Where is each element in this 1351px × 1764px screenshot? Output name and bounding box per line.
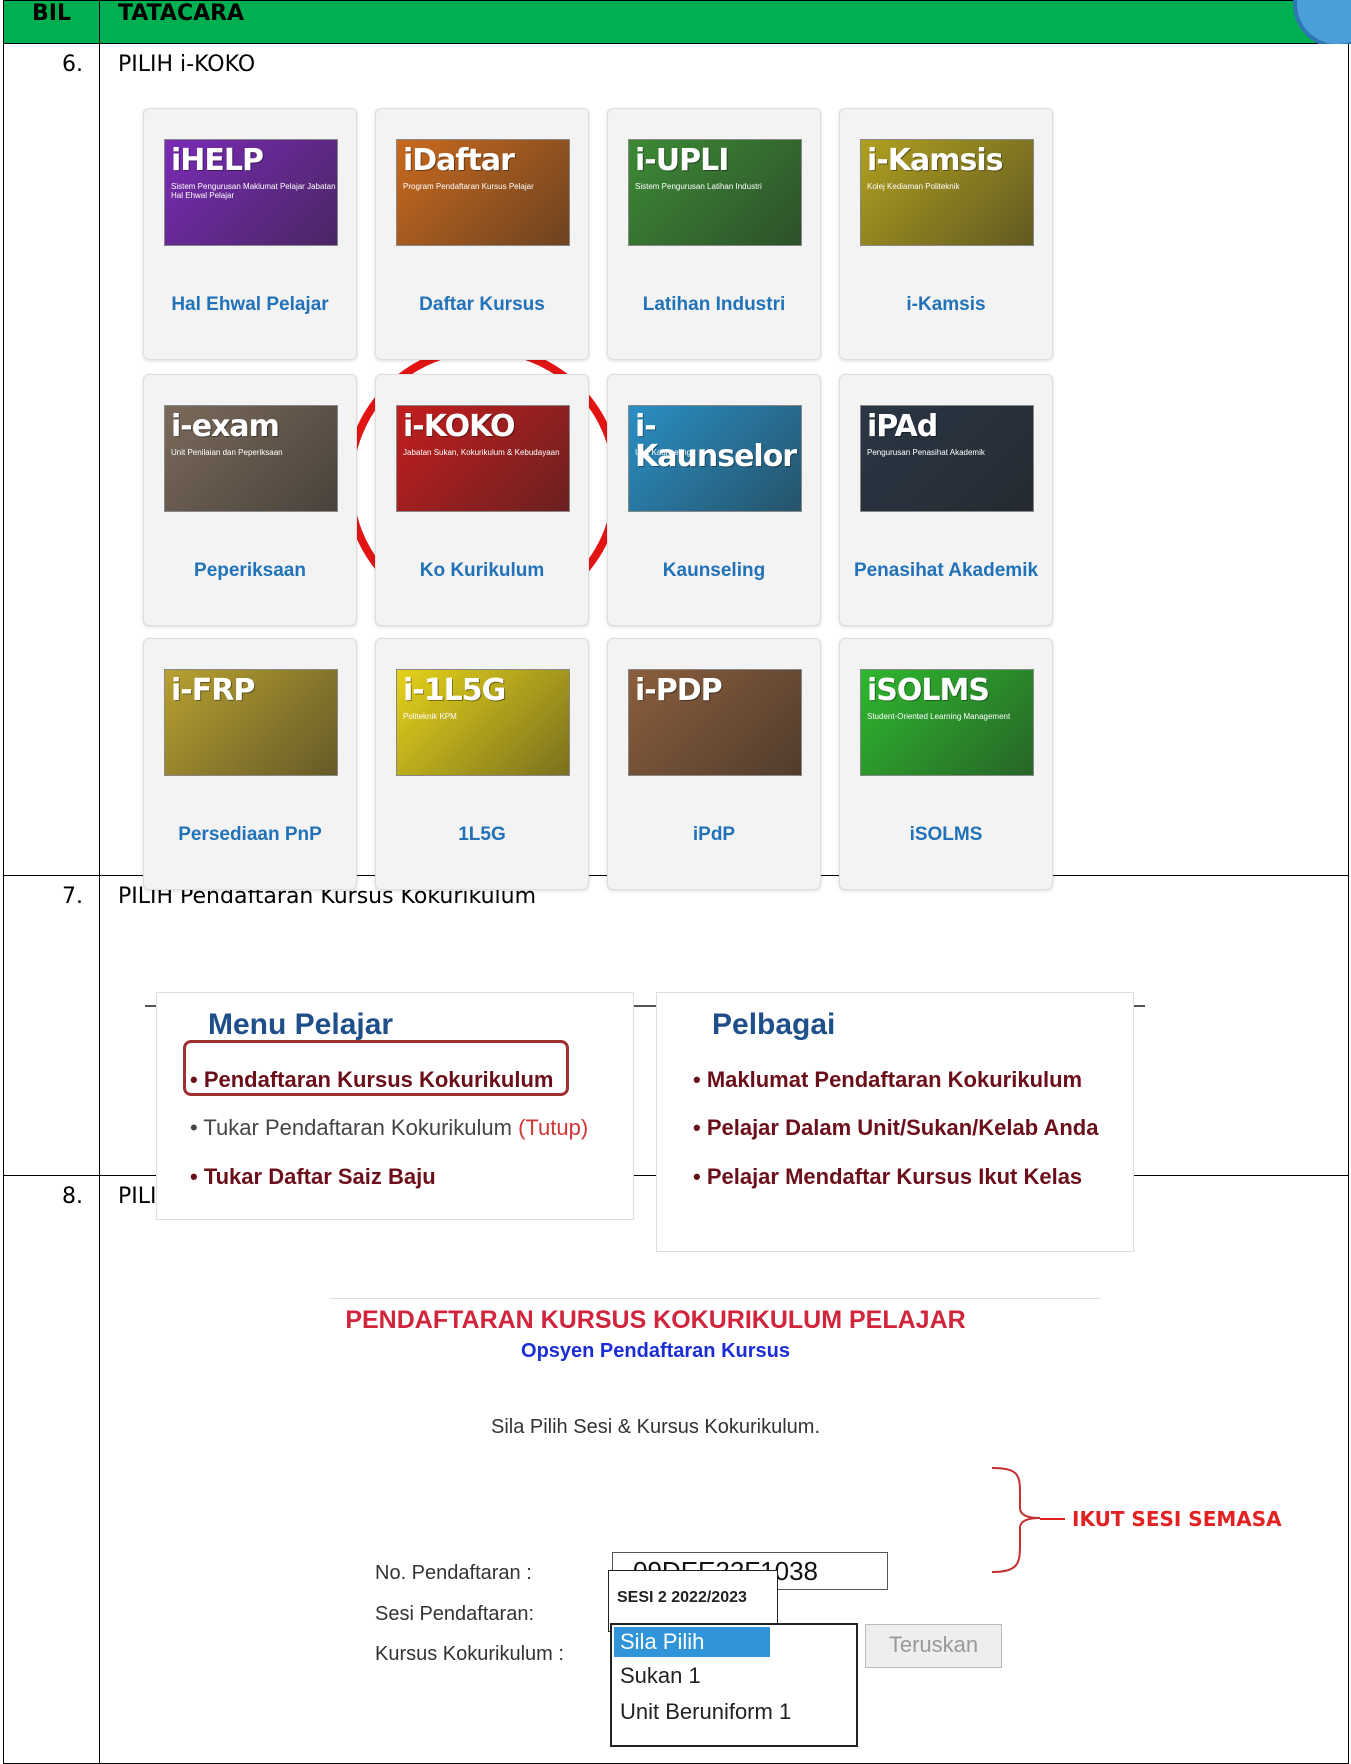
app-tile[interactable]: iDaftar Program Pendaftaran Kursus Pelaja… (375, 108, 589, 360)
registration-title: PENDAFTARAN KURSUS KOKURIKULUM PELAJAR (345, 1306, 966, 1334)
app-logo-image: iPAd Pengurusan Penasihat Akademik (860, 405, 1034, 512)
kursus-kokurikulum-label: Kursus Kokurikulum : (375, 1643, 564, 1665)
annotation-line (1040, 1518, 1065, 1520)
pelbagai-title: Pelbagai (712, 1008, 836, 1041)
app-logo-subtitle: Unit Kaunseling (635, 448, 692, 457)
app-logo-image: i-UPLI Sistem Pengurusan Latihan Industri (628, 139, 802, 246)
menu-item-pelajar-kelas[interactable]: • Pelajar Mendaftar Kursus Ikut Kelas (693, 1164, 1082, 1190)
app-logo-image: i-exam Unit Penilaian dan Peperiksaan (164, 405, 338, 512)
sesi-pendaftaran-label: Sesi Pendaftaran: (375, 1603, 534, 1625)
tutup-label: (Tutup) (518, 1115, 589, 1140)
app-label[interactable]: Persediaan PnP (144, 824, 356, 846)
app-logo-image: iHELP Sistem Pengurusan Maklumat Pelajar … (164, 139, 338, 246)
registration-subtitle: Opsyen Pendaftaran Kursus (521, 1340, 790, 1362)
app-tile[interactable]: i-Kamsis Kolej Kediaman Politeknik i-Kamsi… (839, 108, 1053, 360)
app-tile[interactable]: iPAd Pengurusan Penasihat Akademik Penasih… (839, 374, 1053, 626)
app-tile[interactable]: iSOLMS Student-Oriented Learning Manageme… (839, 638, 1053, 890)
app-logo-text: iPAd (867, 409, 938, 444)
app-logo-subtitle: Student-Oriented Learning Management (867, 712, 1011, 721)
app-logo-image: iDaftar Program Pendaftaran Kursus Pelaja… (396, 139, 570, 246)
app-logo-image: i-KOKO Jabatan Sukan, Kokurikulum & Kebud… (396, 405, 570, 512)
header-tatacara: TATACARA (99, 0, 1349, 44)
app-logo-subtitle: Program Pendaftaran Kursus Pelajar (403, 182, 534, 191)
menu-item-tukar-saiz-baju[interactable]: • Tukar Daftar Saiz Baju (190, 1164, 436, 1190)
app-tile[interactable]: i-PDP iPdP (607, 638, 821, 890)
app-logo-text: i-PDP (635, 673, 723, 708)
app-logo-text: i-Kaunselor (635, 409, 797, 474)
step-number: 7. (3, 875, 100, 1176)
app-tile[interactable]: i-exam Unit Penilaian dan Peperiksaan Pepe… (143, 374, 357, 626)
app-label[interactable]: iPdP (608, 824, 820, 846)
app-label[interactable]: i-Kamsis (840, 294, 1052, 316)
menu-item-pelajar-unit[interactable]: • Pelajar Dalam Unit/Sukan/Kelab Anda (693, 1115, 1098, 1141)
app-tile[interactable]: i-KOKO Jabatan Sukan, Kokurikulum & Kebud… (375, 374, 589, 626)
app-logo-image: iSOLMS Student-Oriented Learning Manageme… (860, 669, 1034, 776)
app-logo-subtitle: Jabatan Sukan, Kokurikulum & Kebudayaan (403, 448, 560, 457)
app-logo-image: i-Kaunselor Unit Kaunseling (628, 405, 802, 512)
app-logo-text: i-KOKO (403, 409, 516, 444)
teruskan-button[interactable]: Teruskan (865, 1624, 1002, 1668)
divider (330, 1298, 1100, 1299)
app-tile[interactable]: i-FRP Persediaan PnP (143, 638, 357, 890)
menu-item-maklumat[interactable]: • Maklumat Pendaftaran Kokurikulum (693, 1067, 1082, 1093)
app-tile[interactable]: iHELP Sistem Pengurusan Maklumat Pelajar … (143, 108, 357, 360)
option-unit-beruniform[interactable]: Unit Beruniform 1 (614, 1697, 840, 1727)
corner-decoration (1287, 0, 1351, 44)
app-tile[interactable]: i-Kaunselor Unit Kaunseling Kaunseling (607, 374, 821, 626)
app-label[interactable]: 1L5G (376, 824, 588, 846)
app-label[interactable]: Hal Ehwal Pelajar (144, 294, 356, 316)
app-label[interactable]: Penasihat Akademik (840, 560, 1052, 582)
app-tile[interactable]: i-1L5G Politeknik KPM 1L5G (375, 638, 589, 890)
app-label[interactable]: iSOLMS (840, 824, 1052, 846)
app-logo-text: iDaftar (403, 143, 515, 178)
app-logo-image: i-PDP (628, 669, 802, 776)
option-sila-pilih[interactable]: Sila Pilih (614, 1627, 770, 1657)
no-pendaftaran-label: No. Pendaftaran : (375, 1562, 532, 1584)
app-logo-text: i-FRP (171, 673, 255, 708)
step-title: PILIH i-KOKO (118, 52, 256, 77)
menu-item-label: • Tukar Pendaftaran Kokurikulum (190, 1115, 519, 1140)
app-logo-image: i-FRP (164, 669, 338, 776)
option-sukan[interactable]: Sukan 1 (614, 1661, 770, 1691)
header-bil: BIL (3, 0, 100, 44)
app-logo-subtitle: Kolej Kediaman Politeknik (867, 182, 960, 191)
app-label[interactable]: Peperiksaan (144, 560, 356, 582)
app-logo-text: i-exam (171, 409, 280, 444)
menu-item-pendaftaran[interactable]: • Pendaftaran Kursus Kokurikulum (190, 1067, 553, 1093)
app-logo-text: i-Kamsis (867, 143, 1003, 178)
app-logo-text: iHELP (171, 143, 264, 178)
app-label[interactable]: Daftar Kursus (376, 294, 588, 316)
app-label[interactable]: Kaunseling (608, 560, 820, 582)
app-logo-subtitle: Sistem Pengurusan Latihan Industri (635, 182, 762, 191)
app-logo-image: i-Kamsis Kolej Kediaman Politeknik (860, 139, 1034, 246)
app-logo-text: i-1L5G (403, 673, 506, 708)
app-logo-subtitle: Politeknik KPM (403, 712, 457, 721)
step-number: 8. (3, 1175, 100, 1764)
instruction-text: Sila Pilih Sesi & Kursus Kokurikulum. (490, 1416, 820, 1438)
app-tile[interactable]: i-UPLI Sistem Pengurusan Latihan Industri… (607, 108, 821, 360)
menu-pelajar-title: Menu Pelajar (208, 1008, 394, 1041)
kursus-select-list[interactable]: Sila Pilih Sukan 1 Unit Beruniform 1 (610, 1623, 858, 1747)
menu-item-tukar-pendaftaran[interactable]: • Tukar Pendaftaran Kokurikulum (Tutup) (190, 1115, 588, 1141)
ikut-sesi-annotation: IKUT SESI SEMASA (1072, 1507, 1282, 1531)
app-label[interactable]: Ko Kurikulum (376, 560, 588, 582)
app-logo-text: i-UPLI (635, 143, 729, 178)
app-logo-subtitle: Pengurusan Penasihat Akademik (867, 448, 985, 457)
brace-icon (991, 1467, 1041, 1573)
app-logo-text: iSOLMS (867, 673, 990, 708)
app-logo-subtitle: Sistem Pengurusan Maklumat Pelajar Jabat… (171, 182, 336, 200)
app-logo-image: i-1L5G Politeknik KPM (396, 669, 570, 776)
step-number: 6. (3, 43, 100, 876)
app-logo-subtitle: Unit Penilaian dan Peperiksaan (171, 448, 283, 457)
app-label[interactable]: Latihan Industri (608, 294, 820, 316)
